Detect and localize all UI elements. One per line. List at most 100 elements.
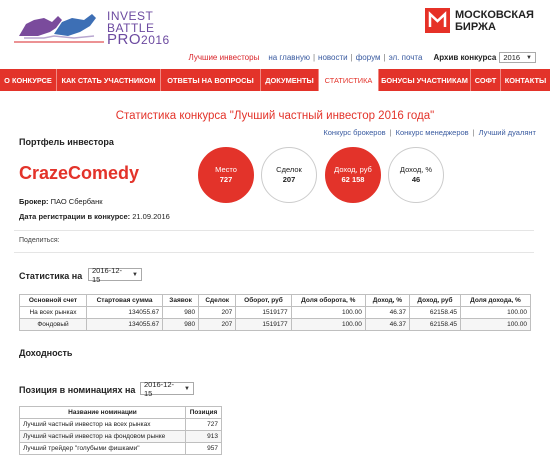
nominations-date-select[interactable]: 2016-12-15 ▼ [140, 379, 194, 398]
best-dualist-link[interactable]: Лучший дуалянт [479, 128, 536, 137]
table-cell: 46.37 [364, 318, 410, 331]
deals-circle: Сделок 207 [261, 147, 317, 203]
archive-label: Архив конкурса [433, 53, 497, 62]
nav-item-how-to-join[interactable]: КАК СТАТЬ УЧАСТНИКОМ [57, 69, 161, 91]
broker-info: Брокер: ПАО Сбербанк [19, 197, 103, 206]
income-rub-value: 62 158 [341, 175, 365, 184]
deals-label: Сделок [276, 165, 302, 174]
chevron-down-icon: ▼ [184, 385, 190, 392]
nominations-heading: Позиция в номинациях на [19, 385, 136, 395]
income-pct-circle: Доход, % 46 [388, 147, 444, 203]
table-row: Лучший частный инвестор на фондовом рынк… [19, 430, 222, 443]
table-cell: 980 [162, 318, 200, 331]
income-pct-value: 46 [411, 175, 421, 184]
statistics-date-value: 2016-12-15 [92, 265, 123, 284]
chevron-down-icon: ▼ [132, 271, 138, 278]
page-title: Статистика конкурса "Лучший частный инве… [115, 110, 435, 122]
main-nav: О КОНКУРСЕ КАК СТАТЬ УЧАСТНИКОМ ОТВЕТЫ Н… [0, 69, 550, 91]
invest-battle-logo[interactable]: INVEST BATTLE PRO2016 [14, 6, 169, 47]
table-cell: 1519177 [235, 306, 292, 319]
statistics-heading: Статистика на [19, 271, 83, 281]
registration-info: Дата регистрации в конкурсе: 21.09.2016 [19, 212, 170, 221]
forum-link[interactable]: форум [356, 53, 381, 62]
nav-item-soft[interactable]: СОФТ [471, 69, 501, 91]
table-header-row: Основной счет Стартовая сумма Заявок Сде… [19, 294, 531, 307]
nominations-table: Название номинации Позиция Лучший частны… [19, 406, 222, 455]
column-header: Доход, руб [408, 294, 462, 307]
home-link[interactable]: на главную [268, 53, 310, 62]
logo-text: INVEST BATTLE PRO2016 [107, 10, 170, 48]
moex-mark-icon [425, 8, 450, 33]
share-label: Поделиться: [19, 237, 60, 244]
archive-year-select[interactable]: 2016 ▼ [499, 52, 536, 63]
income-pct-label: Доход, % [399, 165, 433, 174]
table-cell: Лучший трейдер "голубыми фишками" [19, 442, 186, 455]
nav-item-faq[interactable]: ОТВЕТЫ НА ВОПРОСЫ [161, 69, 261, 91]
brokers-contest-link[interactable]: Конкурс брокеров [323, 128, 385, 137]
top-links: Лучшие инвесторы на главную | новости | … [189, 52, 536, 63]
income-rub-label: Доход, руб [334, 165, 372, 174]
column-header: Заявок [162, 294, 200, 307]
table-header-row: Название номинации Позиция [19, 406, 222, 419]
nav-item-contacts[interactable]: КОНТАКТЫ [501, 69, 550, 91]
nominations-date-value: 2016-12-15 [144, 379, 175, 398]
table-cell: Лучший частный инвестор на всех рынках [19, 418, 186, 431]
income-heading: Доходность [19, 348, 73, 358]
column-header: Стартовая сумма [85, 294, 164, 307]
moex-name-line-1: МОСКОВСКАЯ [455, 8, 534, 21]
column-header: Доля дохода, % [460, 294, 531, 307]
nav-item-documents[interactable]: ДОКУМЕНТЫ [261, 69, 319, 91]
nav-item-bonuses[interactable]: БОНУСЫ УЧАСТНИКАМ [379, 69, 471, 91]
moscow-exchange-logo[interactable]: МОСКОВСКАЯ БИРЖА [425, 8, 534, 33]
separator: | [383, 53, 386, 62]
table-cell: 207 [198, 318, 237, 331]
column-header: Доход, % [364, 294, 410, 307]
nav-item-statistics[interactable]: СТАТИСТИКА [319, 69, 379, 91]
nav-item-about[interactable]: О КОНКУРСЕ [0, 69, 57, 91]
moex-name: МОСКОВСКАЯ БИРЖА [455, 9, 534, 33]
best-investors-link[interactable]: Лучшие инвесторы [189, 53, 260, 62]
table-cell: 62158.45 [408, 318, 462, 331]
registration-label: Дата регистрации в конкурсе: [19, 212, 131, 221]
rank-label: Место [215, 165, 237, 174]
table-cell: Фондовый [19, 318, 87, 331]
table-cell: 100.00 [460, 318, 531, 331]
contest-sublinks: Конкурс брокеров | Конкурс менеджеров | … [323, 128, 536, 137]
site-header: INVEST BATTLE PRO2016 МОСКОВСКАЯ БИРЖА Л… [0, 0, 550, 70]
logo-year: 2016 [141, 33, 170, 47]
trader-name: CrazeComedy [19, 163, 140, 183]
separator: | [312, 53, 316, 62]
statistics-table: Основной счет Стартовая сумма Заявок Сде… [19, 294, 531, 331]
chevron-down-icon: ▼ [526, 54, 532, 61]
table-cell: 1519177 [235, 318, 292, 331]
broker-label: Брокер: [19, 197, 49, 206]
table-cell: 207 [198, 306, 237, 319]
managers-contest-link[interactable]: Конкурс менеджеров [396, 128, 469, 137]
archive-year-value: 2016 [503, 53, 521, 62]
table-cell: 134055.67 [85, 318, 164, 331]
table-cell: Лучший частный инвестор на фондовом рынк… [19, 430, 186, 443]
logo-pro: PRO [107, 31, 142, 48]
separator: | [472, 128, 475, 137]
table-cell: 957 [185, 442, 222, 455]
table-cell: На всех рынках [19, 306, 87, 319]
table-row: Лучший трейдер "голубыми фишками" 957 [19, 442, 222, 455]
table-cell: 913 [185, 430, 222, 443]
table-cell: 134055.67 [85, 306, 164, 319]
table-cell: 62158.45 [408, 306, 462, 319]
income-rub-circle: Доход, руб 62 158 [325, 147, 381, 203]
moex-name-line-2: БИРЖА [455, 20, 496, 33]
divider [14, 230, 534, 231]
table-cell: 46.37 [364, 306, 410, 319]
statistics-date-select[interactable]: 2016-12-15 ▼ [88, 265, 142, 284]
rank-circle: Место 727 [198, 147, 254, 203]
table-cell: 100.00 [460, 306, 531, 319]
email-link[interactable]: эл. почта [389, 53, 423, 62]
news-link[interactable]: новости [318, 53, 348, 62]
table-row: Фондовый 134055.67 980 207 1519177 100.0… [19, 318, 531, 331]
deals-value: 207 [282, 175, 296, 184]
registration-date: 21.09.2016 [132, 212, 170, 221]
table-row: На всех рынках 134055.67 980 207 1519177… [19, 306, 531, 319]
column-header: Позиция [185, 406, 222, 419]
rank-value: 727 [219, 175, 233, 184]
